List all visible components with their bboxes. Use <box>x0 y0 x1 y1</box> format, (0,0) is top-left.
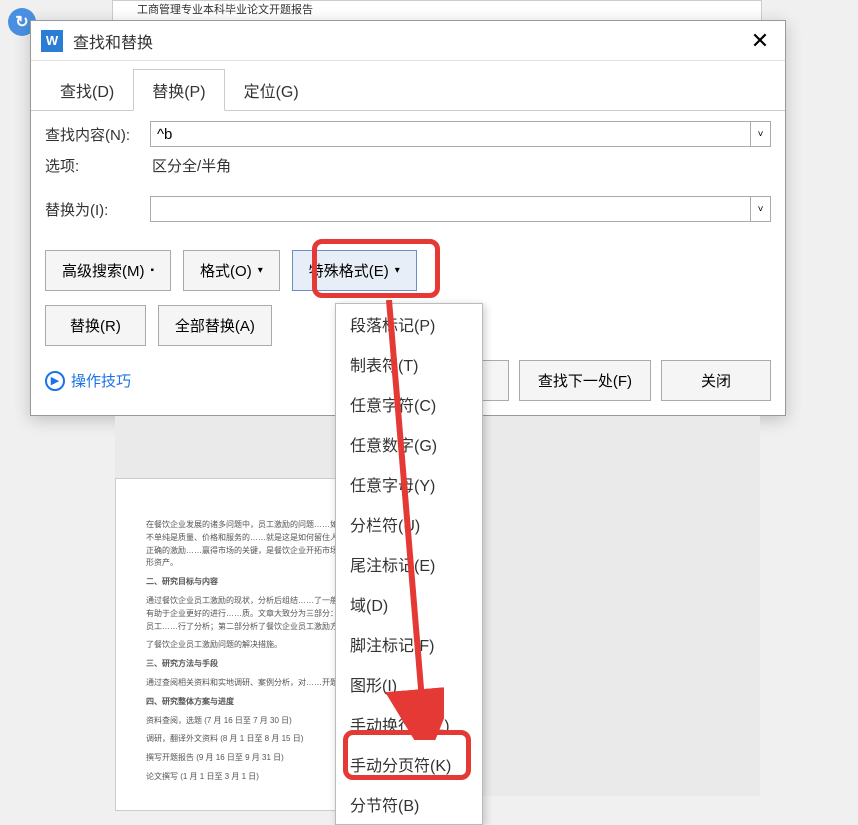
menu-item-endnote-mark[interactable]: 尾注标记(E) <box>336 544 482 584</box>
close-action-button[interactable]: 关闭 <box>661 360 771 401</box>
menu-item-paragraph-mark[interactable]: 段落标记(P) <box>336 304 482 344</box>
menu-item-manual-page-break[interactable]: 手动分页符(K) <box>336 744 482 784</box>
menu-item-tab[interactable]: 制表符(T) <box>336 344 482 384</box>
menu-item-section-break[interactable]: 分节符(B) <box>336 784 482 824</box>
format-button[interactable]: 格式(O)▾ <box>183 250 280 291</box>
menu-item-any-letter[interactable]: 任意字母(Y) <box>336 464 482 504</box>
app-icon: W <box>41 30 63 52</box>
caret-down-icon: ▾ <box>395 265 400 276</box>
menu-item-graphic[interactable]: 图形(I) <box>336 664 482 704</box>
form-area: 查找内容(N): ˅ 选项: 区分全/半角 替换为(I): ˅ <box>31 111 785 250</box>
find-next-button[interactable]: 查找下一处(F) <box>519 360 651 401</box>
options-value: 区分全/半角 <box>150 155 231 176</box>
menu-item-any-digit[interactable]: 任意数字(G) <box>336 424 482 464</box>
replace-input[interactable] <box>150 196 751 222</box>
tab-bar: 查找(D) 替换(P) 定位(G) <box>31 61 785 111</box>
find-input[interactable] <box>150 121 751 147</box>
menu-item-any-char[interactable]: 任意字符(C) <box>336 384 482 424</box>
replace-dropdown-icon[interactable]: ˅ <box>751 196 771 222</box>
menu-item-field[interactable]: 域(D) <box>336 584 482 624</box>
tab-find[interactable]: 查找(D) <box>41 69 133 111</box>
special-format-menu: 段落标记(P) 制表符(T) 任意字符(C) 任意数字(G) 任意字母(Y) 分… <box>335 303 483 825</box>
advanced-search-button[interactable]: 高级搜索(M)▪ <box>45 250 171 291</box>
replace-label: 替换为(I): <box>45 199 150 220</box>
play-icon: ▶ <box>45 371 65 391</box>
menu-item-footnote-mark[interactable]: 脚注标记(F) <box>336 624 482 664</box>
replace-button[interactable]: 替换(R) <box>45 305 146 346</box>
caret-icon: ▪ <box>151 265 155 276</box>
caret-down-icon: ▾ <box>258 265 263 276</box>
dialog-titlebar: W 查找和替换 ✕ <box>31 21 785 61</box>
special-format-button[interactable]: 特殊格式(E)▾ <box>292 250 417 291</box>
options-label: 选项: <box>45 155 150 176</box>
dialog-title: 查找和替换 <box>73 29 745 53</box>
help-link[interactable]: ▶ 操作技巧 <box>45 370 131 391</box>
close-button[interactable]: ✕ <box>745 26 775 56</box>
options-button-row: 高级搜索(M)▪ 格式(O)▾ 特殊格式(E)▾ <box>31 250 785 305</box>
tab-replace[interactable]: 替换(P) <box>133 69 224 111</box>
replace-all-button[interactable]: 全部替换(A) <box>158 305 272 346</box>
find-dropdown-icon[interactable]: ˅ <box>751 121 771 147</box>
tab-goto[interactable]: 定位(G) <box>225 69 318 111</box>
find-label: 查找内容(N): <box>45 124 150 145</box>
menu-item-column-break[interactable]: 分栏符(U) <box>336 504 482 544</box>
menu-item-manual-line-break[interactable]: 手动换行符(L) <box>336 704 482 744</box>
